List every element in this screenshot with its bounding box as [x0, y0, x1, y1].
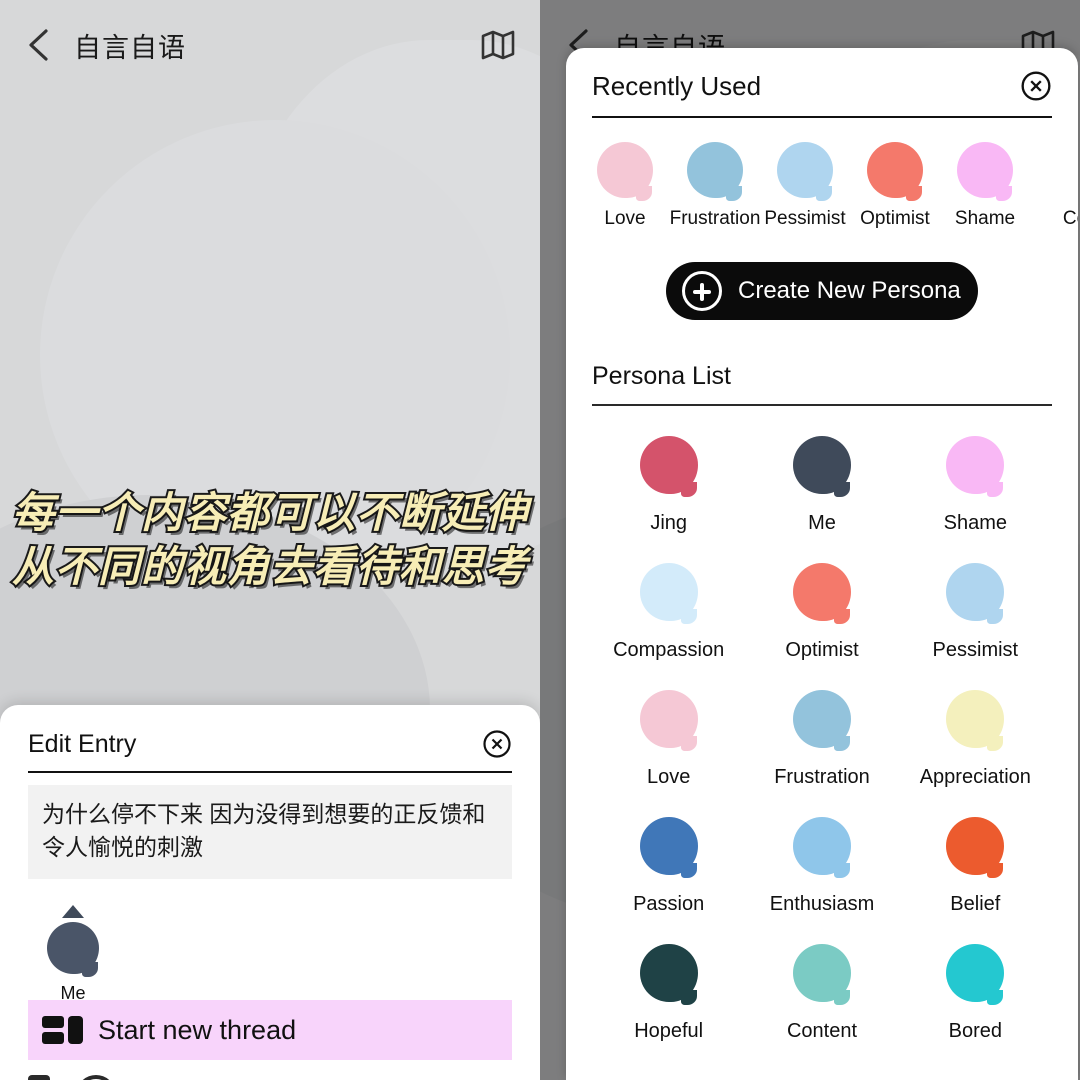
close-circle-icon[interactable] — [1020, 70, 1052, 102]
map-icon[interactable] — [478, 25, 518, 65]
persona-avatar — [957, 142, 1013, 201]
persona-avatar — [639, 563, 698, 624]
persona-avatar — [47, 922, 99, 978]
recently-used-title: Recently Used — [592, 70, 762, 101]
back-chevron-icon[interactable] — [22, 28, 56, 62]
layout-grid-icon — [42, 1014, 86, 1046]
persona-list-item[interactable]: Hopeful — [592, 944, 745, 1043]
persona-avatar — [946, 436, 1005, 497]
persona-avatar — [639, 817, 698, 878]
persona-avatar — [792, 944, 851, 1005]
persona-list-item[interactable]: Love — [592, 690, 745, 789]
persona-avatar — [777, 142, 833, 201]
recent-persona-item[interactable]: Love — [580, 142, 670, 230]
entry-persona-me[interactable]: Me — [36, 905, 110, 1004]
persona-avatar — [946, 563, 1005, 624]
persona-list-item[interactable]: Shame — [899, 436, 1052, 535]
persona-label: Co — [1062, 208, 1078, 229]
persona-avatar — [597, 142, 653, 201]
persona-list-item[interactable]: Enthusiasm — [745, 817, 898, 916]
persona-picker-sheet: Recently Used Love Frustration Pessimist Op… — [566, 48, 1078, 1080]
persona-list-title: Persona List — [592, 362, 1052, 406]
persona-list-item[interactable]: Me — [745, 436, 898, 535]
left-header: 自言自语 — [0, 0, 540, 90]
persona-label: Belief — [950, 893, 1001, 915]
persona-label: Love — [604, 208, 646, 229]
screenshot-root: 自言自语 每一个内容都可以不断延伸 从不同的视角去看待和思考 Edit Entr… — [0, 0, 1080, 1080]
recent-persona-item[interactable]: Frustration — [670, 142, 760, 230]
persona-label: Appreciation — [919, 766, 1031, 788]
square-icon[interactable] — [28, 1075, 50, 1080]
persona-list-item[interactable]: Jing — [592, 436, 745, 535]
recent-persona-item[interactable]: Optimist — [850, 142, 940, 230]
close-circle-icon[interactable] — [482, 729, 512, 759]
persona-list-item[interactable]: Frustration — [745, 690, 898, 789]
persona-list-item[interactable]: Passion — [592, 817, 745, 916]
persona-label: Me — [808, 512, 836, 534]
create-new-persona-button[interactable]: Create New Persona — [666, 262, 978, 320]
overlay-caption: 每一个内容都可以不断延伸 从不同的视角去看待和思考 — [0, 486, 540, 594]
persona-label: Pessimist — [764, 208, 846, 229]
persona-label: Compassion — [613, 639, 725, 661]
persona-label: Love — [646, 766, 691, 788]
persona-label: Shame — [954, 208, 1016, 229]
recent-persona-item[interactable]: Pessimist — [760, 142, 850, 230]
caption-line-2: 从不同的视角去看待和思考 — [10, 540, 529, 593]
recent-persona-item[interactable]: Shame — [940, 142, 1030, 230]
persona-avatar — [792, 817, 851, 878]
persona-label: Optimist — [860, 208, 930, 229]
persona-label: Passion — [633, 893, 705, 915]
persona-label: Frustration — [669, 208, 761, 229]
entry-text-field[interactable]: 为什么停不下来 因为没得到想要的正反馈和令人愉悦的刺激 — [28, 785, 512, 880]
recently-used-row: Love FrustrationPessimist Optimist Shame Co — [580, 142, 1078, 230]
create-new-persona-label: Create New Persona — [738, 277, 961, 304]
page-title: 自言自语 — [74, 32, 186, 63]
triangle-up-icon — [62, 905, 84, 919]
persona-list-item[interactable]: Pessimist — [899, 563, 1052, 662]
persona-avatar — [639, 944, 698, 1005]
persona-avatar — [639, 690, 698, 751]
persona-label: Content — [786, 1020, 858, 1042]
recent-persona-item[interactable]: Co — [1030, 142, 1078, 230]
persona-label: Hopeful — [634, 1020, 704, 1042]
persona-label: Frustration — [774, 766, 870, 788]
persona-list-item[interactable]: Optimist — [745, 563, 898, 662]
persona-list-item[interactable]: Bored — [899, 944, 1052, 1043]
persona-grid: Jing Me Shame Compassion Optimist Pessimist Lo… — [592, 436, 1052, 1043]
persona-avatar — [687, 142, 743, 201]
edit-entry-sheet: Edit Entry 为什么停不下来 因为没得到想要的正反馈和令人愉悦的刺激 M… — [0, 705, 540, 1080]
persona-avatar — [792, 563, 851, 624]
caption-line-1: 每一个内容都可以不断延伸 — [10, 486, 529, 539]
persona-label: Optimist — [785, 639, 859, 661]
persona-avatar — [792, 436, 851, 497]
left-panel: 自言自语 每一个内容都可以不断延伸 从不同的视角去看待和思考 Edit Entr… — [0, 0, 540, 1080]
persona-list-item[interactable]: Appreciation — [899, 690, 1052, 789]
persona-list-item[interactable]: Belief — [899, 817, 1052, 916]
right-panel: 自言自语 Recently Used LoveFrustrationPessim… — [540, 0, 1080, 1080]
circle-icon[interactable] — [76, 1075, 116, 1080]
start-new-thread-button[interactable]: Start new thread — [28, 1000, 512, 1060]
persona-label: Bored — [948, 1020, 1002, 1042]
start-new-thread-label: Start new thread — [98, 1014, 297, 1045]
bottom-actions-peek — [28, 1075, 512, 1080]
edit-entry-title: Edit Entry — [28, 729, 137, 758]
persona-avatar — [946, 690, 1005, 751]
sheet-header: Recently Used — [592, 70, 1052, 118]
persona-label: Pessimist — [932, 639, 1019, 661]
edit-entry-header: Edit Entry — [28, 729, 512, 773]
persona-list-item[interactable]: Content — [745, 944, 898, 1043]
persona-avatar — [946, 944, 1005, 1005]
persona-avatar — [792, 690, 851, 751]
persona-label: Shame — [943, 512, 1007, 534]
persona-list-item[interactable]: Compassion — [592, 563, 745, 662]
persona-avatar — [639, 436, 698, 497]
persona-avatar — [946, 817, 1005, 878]
persona-label: Jing — [650, 512, 688, 534]
plus-circle-icon — [682, 271, 722, 311]
persona-avatar — [1047, 142, 1078, 198]
persona-avatar — [867, 142, 923, 201]
persona-label: Enthusiasm — [769, 893, 875, 915]
